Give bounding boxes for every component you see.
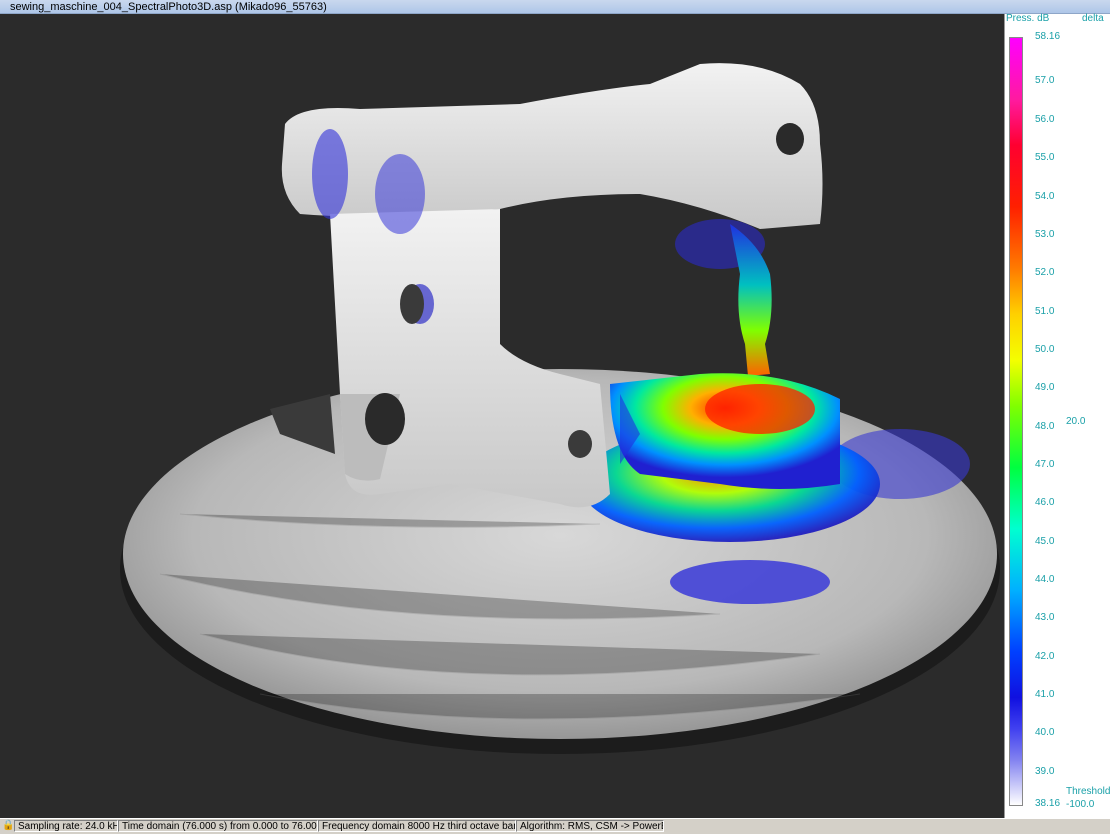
legend-delta-label: delta [1082,13,1104,24]
3d-viewport[interactable] [0,14,1004,818]
status-time: Time domain (76.000 s) from 0.000 to 76.… [118,820,318,832]
legend-tick-label: 57.0 [1035,75,1055,87]
lock-icon[interactable]: 🔒 [2,820,14,832]
legend-tick-label: 50.0 [1035,343,1055,355]
legend-tick-label: 52.0 [1035,267,1055,279]
legend-tick-label: 46.0 [1035,497,1055,509]
legend-unit-label: Press. dB [1006,13,1050,24]
legend-tick-label: 39.0 [1035,765,1055,777]
legend-tick-label: 51.0 [1035,305,1055,317]
legend-tick-label: 55.0 [1035,152,1055,164]
legend-tick-label: 53.0 [1035,228,1055,240]
legend-tick-label: 41.0 [1035,689,1055,701]
legend-tick-label: 56.0 [1035,113,1055,125]
legend-tick-label: 49.0 [1035,382,1055,394]
window-title: sewing_maschine_004_SpectralPhoto3D.asp … [0,0,1110,14]
legend-tick-label: 47.0 [1035,458,1055,470]
legend-tick-label: 44.0 [1035,574,1055,586]
legend-tick-label: 40.0 [1035,727,1055,739]
legend-tick-label: 42.0 [1035,650,1055,662]
status-algorithm: Algorithm: RMS, CSM -> PowerBF [516,820,664,832]
status-frequency: Frequency domain 8000 Hz third octave ba… [318,820,516,832]
status-sampling: Sampling rate: 24.0 kHz [14,820,118,832]
legend-tick-label: 43.0 [1035,612,1055,624]
acoustic-photo-render [120,63,1000,754]
legend-threshold-value: -100.0 [1066,799,1095,810]
legend-min-label: 38.16 [1035,798,1061,809]
legend-tick-label: 48.0 [1035,420,1055,432]
legend-threshold-label: Threshold [1066,786,1110,797]
status-bar: 🔒 Sampling rate: 24.0 kHz Time domain (7… [0,818,1110,834]
legend-tick-label: 54.0 [1035,190,1055,202]
colorbar [1009,37,1023,806]
legend-tick-label: 45.0 [1035,535,1055,547]
legend-delta-value: 20.0 [1066,416,1086,427]
legend-max-label: 58.16 [1035,31,1061,42]
